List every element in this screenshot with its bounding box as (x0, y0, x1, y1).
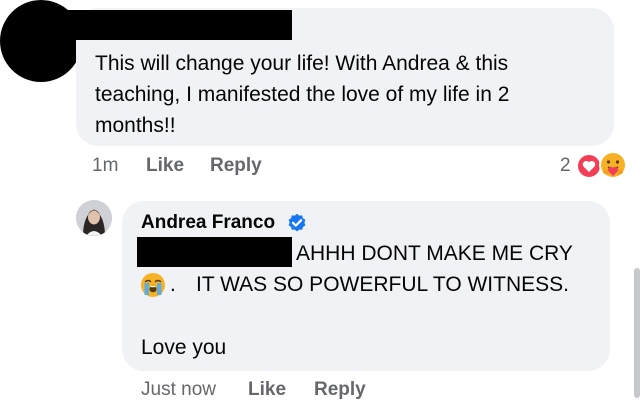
comment-timestamp[interactable]: 1m (92, 155, 118, 177)
reaction-count[interactable]: 2 (560, 155, 571, 177)
scrollbar[interactable] (634, 268, 640, 398)
verified-badge-icon (288, 213, 306, 232)
reply-timestamp[interactable]: Just now (141, 379, 216, 401)
care-icon[interactable] (598, 150, 628, 180)
comment-like-button[interactable]: Like (146, 155, 184, 177)
reply-text-punctuation: . (170, 273, 176, 296)
reply-author-name[interactable]: Andrea Franco (141, 212, 275, 234)
reply-text-line-2: IT WAS SO POWERFUL TO WITNESS. (196, 273, 569, 296)
comment-text: This will change your life! With Andrea … (95, 52, 510, 137)
comment-reply-button[interactable]: Reply (210, 155, 262, 177)
reply-text-line-3: Love you (141, 336, 227, 359)
redacted-mention[interactable] (137, 237, 292, 267)
reply-like-button[interactable]: Like (248, 379, 286, 401)
redacted-author-name[interactable] (66, 10, 292, 40)
profile-photo-icon (76, 200, 112, 236)
reply-reply-button[interactable]: Reply (314, 379, 366, 401)
avatar[interactable] (76, 200, 112, 236)
reply-text-line-1: AHHH DONT MAKE ME CRY (296, 242, 573, 265)
loudly-crying-face-icon (141, 273, 165, 297)
